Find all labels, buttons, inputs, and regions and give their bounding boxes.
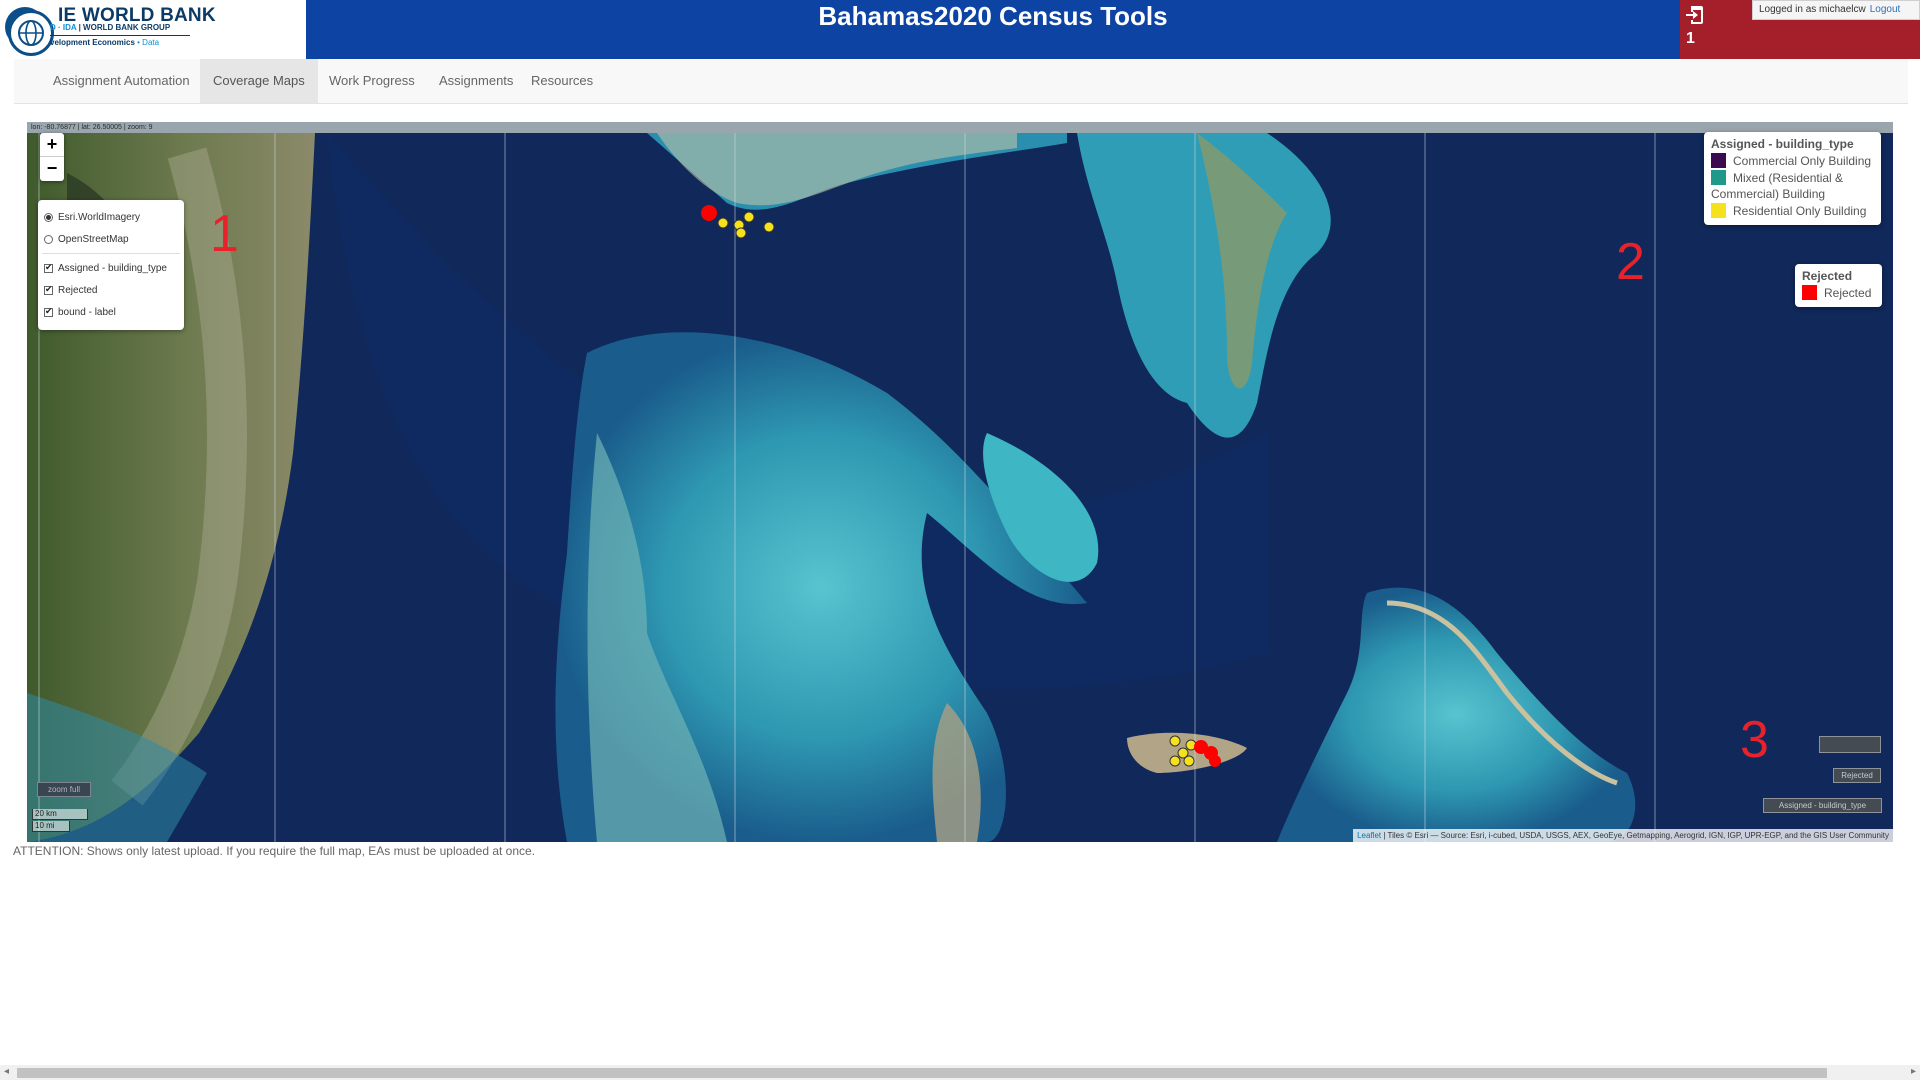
notification-icon[interactable]	[1686, 5, 1704, 25]
coverage-map[interactable]: + − Esri.WorldImagery OpenStreetMap Assi…	[27, 122, 1893, 842]
attention-note: ATTENTION: Shows only latest upload. If …	[13, 844, 536, 858]
scale-bar-mi: 10 mi	[32, 821, 70, 832]
layer-option-osm[interactable]: OpenStreetMap	[42, 228, 180, 250]
overlay-label: Assigned - building_type	[58, 262, 167, 274]
scale-bar-km: 20 km	[32, 809, 88, 820]
overlay-rejected[interactable]: Rejected	[42, 279, 180, 301]
leaflet-link[interactable]: Leaflet	[1357, 831, 1381, 840]
map-coordinates-readout: lon: -80.76877 | lat: 26.50005 | zoom: 9	[27, 122, 1893, 133]
checkbox-rejected[interactable]	[44, 284, 53, 295]
tab-assignment-automation[interactable]: Assignment Automation	[40, 59, 203, 103]
login-status: Logged in as michaelcw Logout	[1752, 0, 1920, 20]
logo-subtitle: D · IDA | WORLD BANK GROUP	[50, 23, 171, 32]
scrollbar-thumb[interactable]	[17, 1068, 1827, 1078]
assigned-layer-button[interactable]: Assigned - building_type	[1763, 798, 1882, 813]
scroll-right-arrow-icon[interactable]: ▸	[1911, 1066, 1916, 1077]
tab-resources[interactable]: Resources	[518, 59, 606, 103]
legend-title: Rejected	[1802, 269, 1853, 283]
annotation-1: 1	[210, 205, 239, 263]
logout-link[interactable]: Logout	[1870, 4, 1901, 15]
horizontal-scrollbar[interactable]: ◂ ▸	[0, 1065, 1920, 1080]
zoom-in-button[interactable]: +	[40, 133, 64, 157]
legend-title: Assigned - building_type	[1711, 137, 1854, 151]
empty-layer-button[interactable]	[1819, 736, 1881, 753]
legend-swatch-residential	[1711, 203, 1726, 218]
annotation-2: 2	[1616, 233, 1645, 291]
logo-dev-econ: velopment Economics • Data	[50, 38, 160, 47]
app-title: Bahamas2020 Census Tools	[818, 1, 1168, 31]
checkbox-bound-label[interactable]	[44, 306, 53, 317]
rejected-layer-button[interactable]: Rejected	[1833, 768, 1881, 783]
world-bank-globe-icon	[8, 10, 54, 56]
legend-item: Rejected	[1802, 285, 1875, 301]
legend-item: Commercial Only Building	[1711, 153, 1874, 169]
overlay-assigned[interactable]: Assigned - building_type	[42, 257, 180, 279]
main-nav: Assignment Automation Coverage Maps Work…	[14, 59, 1908, 104]
tab-work-progress[interactable]: Work Progress	[316, 59, 428, 103]
checkbox-assigned[interactable]	[44, 262, 53, 273]
radio-esri[interactable]	[44, 212, 53, 222]
legend-item: Residential Only Building	[1711, 203, 1874, 219]
tab-coverage-maps[interactable]: Coverage Maps	[200, 59, 318, 103]
map-attribution: Leaflet | Tiles © Esri — Source: Esri, i…	[1353, 829, 1893, 842]
legend-swatch-mixed	[1711, 170, 1726, 185]
notification-count: 1	[1686, 30, 1695, 47]
overlay-label: Rejected	[58, 284, 98, 296]
layer-label: Esri.WorldImagery	[58, 211, 141, 223]
overlay-bound-label[interactable]: bound - label	[42, 301, 180, 323]
zoom-control: + −	[40, 133, 64, 181]
tab-assignments[interactable]: Assignments	[426, 59, 526, 103]
overlay-label: bound - label	[58, 306, 116, 318]
zoom-full-button[interactable]: zoom full	[37, 782, 91, 797]
legend-rejected: Rejected Rejected	[1795, 264, 1882, 307]
annotation-3: 3	[1740, 711, 1769, 769]
legend-swatch-rejected	[1802, 285, 1817, 300]
logged-in-text: Logged in as michaelcw	[1759, 4, 1866, 15]
layer-option-esri[interactable]: Esri.WorldImagery	[42, 206, 180, 228]
zoom-out-button[interactable]: −	[40, 157, 64, 181]
logo-divider	[50, 35, 190, 36]
world-bank-logo[interactable]: IE WORLD BANK D · IDA | WORLD BANK GROUP…	[0, 0, 306, 59]
legend-building-type: Assigned - building_type Commercial Only…	[1704, 132, 1881, 225]
scroll-left-arrow-icon[interactable]: ◂	[4, 1066, 9, 1077]
legend-swatch-commercial	[1711, 153, 1726, 168]
top-header: IE WORLD BANK D · IDA | WORLD BANK GROUP…	[0, 0, 1920, 59]
satellite-basemap[interactable]	[27, 133, 1893, 842]
radio-osm[interactable]	[44, 234, 53, 244]
legend-item: Mixed (Residential & Commercial) Buildin…	[1711, 170, 1844, 201]
layer-label: OpenStreetMap	[58, 233, 129, 245]
title-band: Bahamas2020 Census Tools	[306, 0, 1680, 59]
attribution-text: | Tiles © Esri — Source: Esri, i-cubed, …	[1381, 831, 1889, 840]
layer-divider	[42, 253, 180, 254]
layer-control: Esri.WorldImagery OpenStreetMap Assigned…	[38, 200, 184, 330]
